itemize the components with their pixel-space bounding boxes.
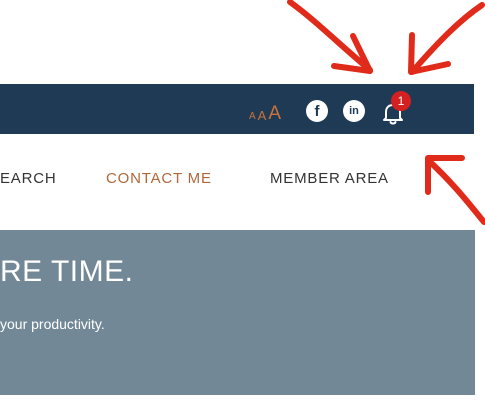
facebook-glyph: f	[314, 102, 320, 120]
notification-badge[interactable]: 1	[391, 91, 411, 111]
facebook-icon[interactable]: f	[306, 100, 328, 122]
nav-item-research[interactable]: EARCH	[0, 170, 57, 190]
linkedin-glyph: in	[349, 105, 359, 117]
arrow-bottom-right	[425, 157, 485, 225]
arrow-top-left	[287, 0, 373, 73]
hero-title: RE TIME.	[0, 255, 134, 288]
arrow-top-right-head	[408, 32, 451, 75]
arrow-top-left-head	[331, 33, 373, 74]
arrow-bottom-right-head	[425, 155, 465, 195]
font-size-small-button[interactable]: A	[249, 111, 256, 123]
linkedin-icon[interactable]: in	[343, 100, 365, 122]
font-size-large-button[interactable]: A	[268, 104, 281, 123]
nav-item-member-area[interactable]: MEMBER AREA	[270, 170, 389, 190]
arrow-top-right	[409, 2, 485, 75]
nav-item-contact-me[interactable]: CONTACT ME	[106, 170, 212, 190]
font-size-medium-button[interactable]: A	[258, 109, 267, 123]
font-size-controls: A A A	[249, 103, 281, 123]
hero-subtitle: your productivity.	[0, 316, 105, 332]
